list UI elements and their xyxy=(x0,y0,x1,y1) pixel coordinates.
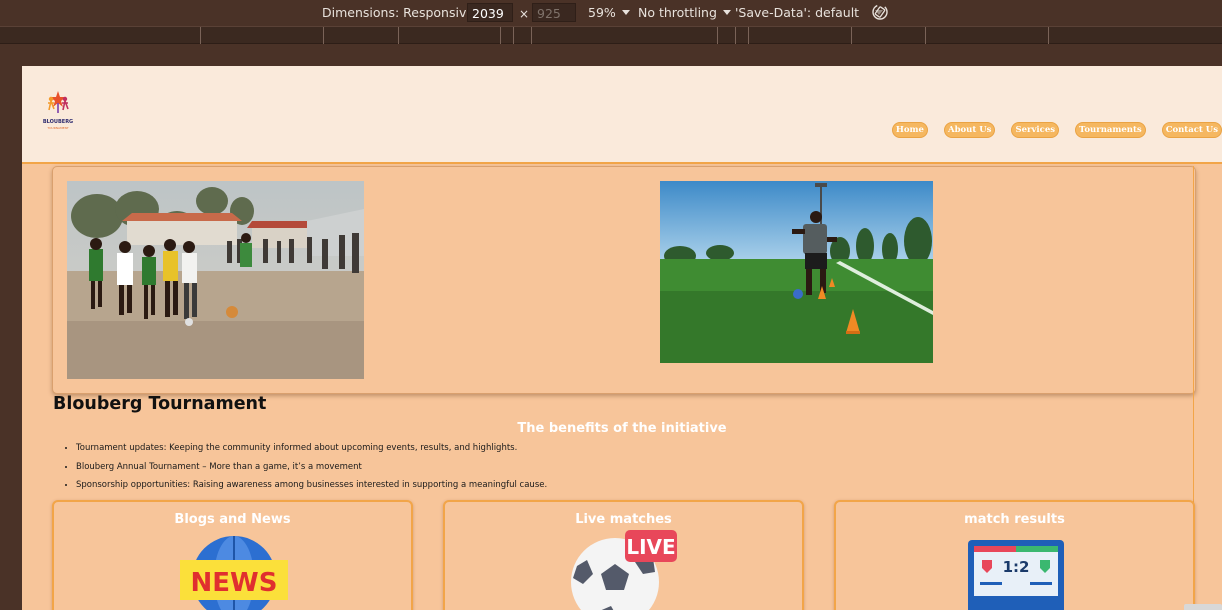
dimensions-label: Dimensions: Responsive xyxy=(322,5,475,20)
zoom-label: 59% xyxy=(588,5,616,20)
page-title: Blouberg Tournament xyxy=(53,394,267,414)
site-logo[interactable]: BLOUBERG TOURNAMENT xyxy=(40,88,76,130)
list-item: Sponsorship opportunities: Raising aware… xyxy=(76,479,547,498)
benefits-heading: The benefits of the initiative xyxy=(517,421,727,436)
times-sign: × xyxy=(519,7,530,21)
card-title: match results xyxy=(964,512,1065,527)
width-input[interactable]: 2039 xyxy=(467,3,513,22)
save-data-label: 'Save-Data': default xyxy=(735,5,860,20)
card-title: Live matches xyxy=(575,512,672,527)
logo-tagline-text: TOURNAMENT xyxy=(47,126,69,130)
live-matches-card[interactable]: Live matches LIVE xyxy=(443,500,804,610)
kids-football-photo xyxy=(67,181,364,379)
live-soccer-ball-icon: LIVE xyxy=(571,530,677,610)
list-item: Tournament updates: Keeping the communit… xyxy=(76,442,547,461)
news-globe-icon: NEWS xyxy=(180,536,288,610)
blogs-news-card[interactable]: Blogs and News NEWS xyxy=(52,500,413,610)
score-text: 1:2 xyxy=(1003,558,1030,576)
chevron-down-icon xyxy=(722,10,731,15)
chevron-down-icon xyxy=(621,10,630,15)
list-item: Blouberg Annual Tournament – More than a… xyxy=(76,461,547,480)
rotate-button[interactable] xyxy=(870,2,890,22)
save-data-dropdown[interactable]: 'Save-Data': default xyxy=(735,5,884,20)
player-training-photo xyxy=(660,181,933,363)
card-title: Blogs and News xyxy=(174,512,291,527)
logo-brand-text: BLOUBERG xyxy=(42,119,74,125)
match-results-card[interactable]: match results 1:2 xyxy=(834,500,1195,610)
feature-cards: Blogs and News NEWS Live matches LIVE ma… xyxy=(52,500,1197,610)
live-badge-text: LIVE xyxy=(626,535,675,559)
nav-services[interactable]: Services xyxy=(1011,122,1060,138)
benefits-list: Tournament updates: Keeping the communit… xyxy=(76,442,547,498)
device-gutter xyxy=(0,44,1222,66)
scrollbar-thumb[interactable] xyxy=(1184,604,1222,610)
media-query-ruler[interactable] xyxy=(0,26,1222,44)
website-viewport: BLOUBERG TOURNAMENT Home About Us Servic… xyxy=(22,66,1222,610)
throttling-dropdown[interactable]: No throttling xyxy=(638,5,731,20)
nav-about-us[interactable]: About Us xyxy=(943,122,996,138)
nav-home[interactable]: Home xyxy=(891,122,928,138)
main-nav: Home About Us Services Tournaments Conta… xyxy=(891,122,1222,138)
zoom-dropdown[interactable]: 59% xyxy=(588,5,630,20)
height-input[interactable]: 925 xyxy=(532,3,576,22)
nav-tournaments[interactable]: Tournaments xyxy=(1075,122,1146,138)
devtools-toolbar: Dimensions: Responsive 2039 × 925 59% No… xyxy=(0,0,1222,26)
news-badge-text: NEWS xyxy=(191,568,278,598)
rotate-icon xyxy=(872,4,888,20)
dimensions-dropdown[interactable]: Dimensions: Responsive xyxy=(322,5,489,20)
photo-gallery xyxy=(52,166,1196,394)
logo-figures-icon xyxy=(48,91,69,113)
site-header: BLOUBERG TOURNAMENT Home About Us Servic… xyxy=(22,66,1222,164)
throttling-label: No throttling xyxy=(638,5,717,20)
nav-contact-us[interactable]: Contact Us xyxy=(1161,122,1222,138)
scoreboard-icon: 1:2 xyxy=(968,540,1064,610)
